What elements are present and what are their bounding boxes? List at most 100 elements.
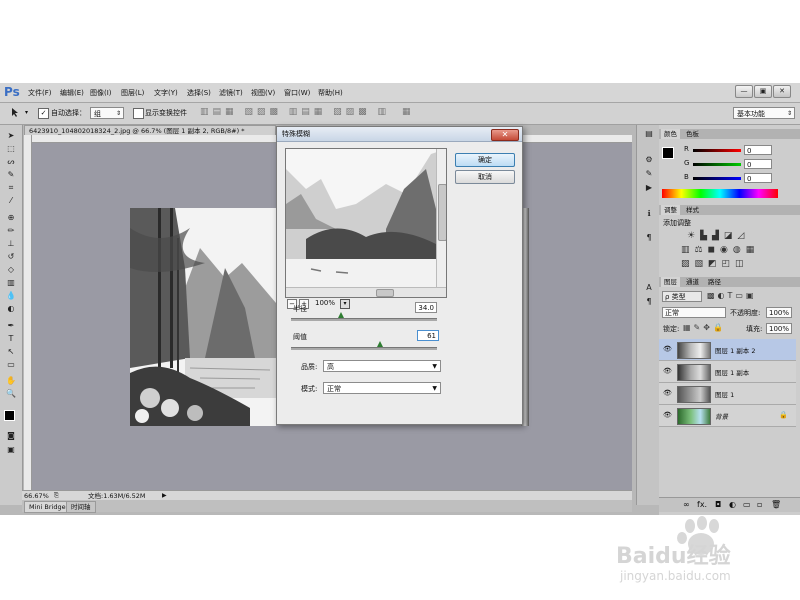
- minimize-button[interactable]: —: [735, 85, 753, 98]
- g-slider[interactable]: [693, 163, 741, 166]
- move-tool-icon[interactable]: ➤: [5, 131, 17, 141]
- blend-mode-dropdown[interactable]: 正常: [662, 307, 726, 318]
- tab-timeline[interactable]: 时间轴: [66, 501, 96, 513]
- tab-styles[interactable]: 样式: [683, 205, 702, 215]
- dialog-title-bar[interactable]: 特殊模糊 ✕: [277, 127, 522, 142]
- brush-tool-icon[interactable]: ✏: [5, 226, 17, 236]
- color-fg-swatch[interactable]: [662, 147, 674, 159]
- radius-input[interactable]: 34.0: [415, 302, 437, 313]
- tool-preset-chevron-icon[interactable]: ▾: [25, 109, 28, 116]
- align-icons[interactable]: ▥▤▦ ▧▨▩ ▥▤▦ ▧▨▩ ▥: [200, 107, 390, 117]
- screen-mode-icon[interactable]: ▣: [5, 445, 17, 455]
- menu-edit[interactable]: 编辑(E): [60, 88, 84, 98]
- layer-row[interactable]: 👁 图层 1 副本 2: [659, 339, 796, 361]
- document-tab[interactable]: 6423910_104802018324_2.jpg @ 66.7% (图层 1…: [24, 125, 276, 135]
- lasso-tool-icon[interactable]: ᔕ: [5, 157, 17, 167]
- path-select-tool-icon[interactable]: ↖: [5, 347, 17, 357]
- mode-select[interactable]: 正常 ▼: [323, 382, 441, 394]
- new-layer-icon[interactable]: ▫: [757, 500, 762, 509]
- tab-swatches[interactable]: 色板: [683, 129, 702, 139]
- radius-slider[interactable]: [291, 318, 437, 321]
- vertical-ruler[interactable]: [24, 135, 32, 490]
- ok-button[interactable]: 确定: [455, 153, 515, 167]
- auto-select-dropdown[interactable]: 组 ⇕: [90, 107, 124, 119]
- auto-align-icon[interactable]: ▦: [402, 107, 411, 117]
- lock-icons[interactable]: ▦✎✥🔒: [683, 323, 726, 332]
- threshold-input[interactable]: 61: [417, 330, 439, 341]
- zoom-tool-icon[interactable]: 🔍: [5, 389, 17, 399]
- tab-channels[interactable]: 通道: [683, 277, 702, 287]
- eye-icon[interactable]: 👁: [663, 367, 672, 375]
- paragraph-style-icon[interactable]: ¶: [643, 297, 655, 307]
- eraser-tool-icon[interactable]: ◇: [5, 265, 17, 275]
- tab-adjustments[interactable]: 调整: [661, 205, 680, 215]
- menu-view[interactable]: 视图(V): [251, 88, 275, 98]
- tab-mini-bridge[interactable]: Mini Bridge: [24, 501, 71, 513]
- opacity-input[interactable]: 100%: [766, 307, 792, 318]
- history-panel-icon[interactable]: ▤: [643, 129, 655, 139]
- quick-select-tool-icon[interactable]: ✎: [5, 170, 17, 180]
- layer-row[interactable]: 👁 图层 1: [659, 383, 796, 405]
- threshold-slider[interactable]: [291, 347, 437, 350]
- preview-scroll-thumb[interactable]: [438, 184, 446, 241]
- menu-image[interactable]: 图像(I): [90, 88, 112, 98]
- r-input[interactable]: 0: [744, 145, 772, 155]
- eye-icon[interactable]: 👁: [663, 411, 672, 419]
- menu-help[interactable]: 帮助(H): [318, 88, 343, 98]
- filter-preview[interactable]: [285, 148, 447, 298]
- adjustment-icons-row1[interactable]: ☀▙▟◪◿: [687, 231, 749, 241]
- fx-icon[interactable]: fx.: [697, 500, 707, 509]
- canvas-image[interactable]: [130, 208, 276, 426]
- properties-panel-icon[interactable]: ⚙: [643, 155, 655, 165]
- blur-tool-icon[interactable]: 💧: [5, 291, 17, 301]
- adjustment-icons-row3[interactable]: ▨▧◩◰◫: [681, 259, 749, 269]
- r-slider[interactable]: [693, 149, 741, 152]
- trash-icon[interactable]: 🗑: [771, 500, 781, 509]
- menu-select[interactable]: 选择(S): [187, 88, 211, 98]
- marquee-tool-icon[interactable]: ⬚: [5, 144, 17, 154]
- type-tool-icon[interactable]: T: [5, 334, 17, 344]
- character-panel-icon[interactable]: A: [643, 283, 655, 293]
- healing-brush-tool-icon[interactable]: ⊕: [5, 213, 17, 223]
- auto-select-checkbox[interactable]: ✓: [38, 108, 49, 119]
- color-ramp[interactable]: [662, 189, 778, 198]
- preview-scrollbar[interactable]: [436, 149, 446, 289]
- folder-icon[interactable]: ▭: [743, 500, 751, 509]
- threshold-slider-knob[interactable]: [377, 341, 384, 347]
- history-brush-tool-icon[interactable]: ↺: [5, 252, 17, 262]
- show-transform-checkbox[interactable]: [133, 108, 144, 119]
- crop-tool-icon[interactable]: ⌗: [5, 183, 17, 193]
- adjustment-icons-row2[interactable]: ▥⚖◼◉◍▦: [681, 245, 759, 255]
- preview-hscroll-thumb[interactable]: [376, 289, 394, 297]
- layer-filter-icons[interactable]: ▩◐T▭▣: [707, 291, 757, 300]
- shape-tool-icon[interactable]: ▭: [5, 360, 17, 370]
- foreground-color-swatch[interactable]: [4, 410, 15, 421]
- eye-icon[interactable]: 👁: [663, 345, 672, 353]
- clone-stamp-tool-icon[interactable]: ⊥: [5, 239, 17, 249]
- brush-panel-icon[interactable]: ✎: [643, 169, 655, 179]
- tab-paths[interactable]: 路径: [705, 277, 724, 287]
- zoom-dropdown-icon[interactable]: ▾: [340, 299, 350, 309]
- layer-filter-dropdown[interactable]: ρ 类型: [662, 291, 702, 302]
- dodge-tool-icon[interactable]: ◐: [5, 304, 17, 314]
- gradient-tool-icon[interactable]: ▥: [5, 278, 17, 288]
- paragraph-panel-icon[interactable]: ¶: [643, 233, 655, 243]
- close-window-button[interactable]: ✕: [773, 85, 791, 98]
- menu-type[interactable]: 文字(Y): [154, 88, 178, 98]
- tab-layers[interactable]: 图层: [661, 277, 680, 287]
- adjustment-icon[interactable]: ◐: [729, 500, 736, 509]
- eyedropper-tool-icon[interactable]: ⁄: [5, 196, 17, 206]
- quality-select[interactable]: 高 ▼: [323, 360, 441, 372]
- quick-mask-icon[interactable]: ◙: [5, 431, 17, 441]
- actions-panel-icon[interactable]: ▶: [643, 183, 655, 193]
- layer-row[interactable]: 👁 图层 1 副本: [659, 361, 796, 383]
- b-input[interactable]: 0: [744, 173, 772, 183]
- close-icon[interactable]: ✕: [491, 129, 519, 141]
- menu-window[interactable]: 窗口(W): [284, 88, 310, 98]
- info-panel-icon[interactable]: ℹ: [643, 209, 655, 219]
- tab-color[interactable]: 颜色: [661, 129, 680, 139]
- preview-hscrollbar[interactable]: [286, 287, 446, 297]
- cancel-button[interactable]: 取消: [455, 170, 515, 184]
- link-icon[interactable]: ∞: [683, 500, 690, 509]
- workspace-dropdown[interactable]: 基本功能 ⇕: [733, 107, 795, 119]
